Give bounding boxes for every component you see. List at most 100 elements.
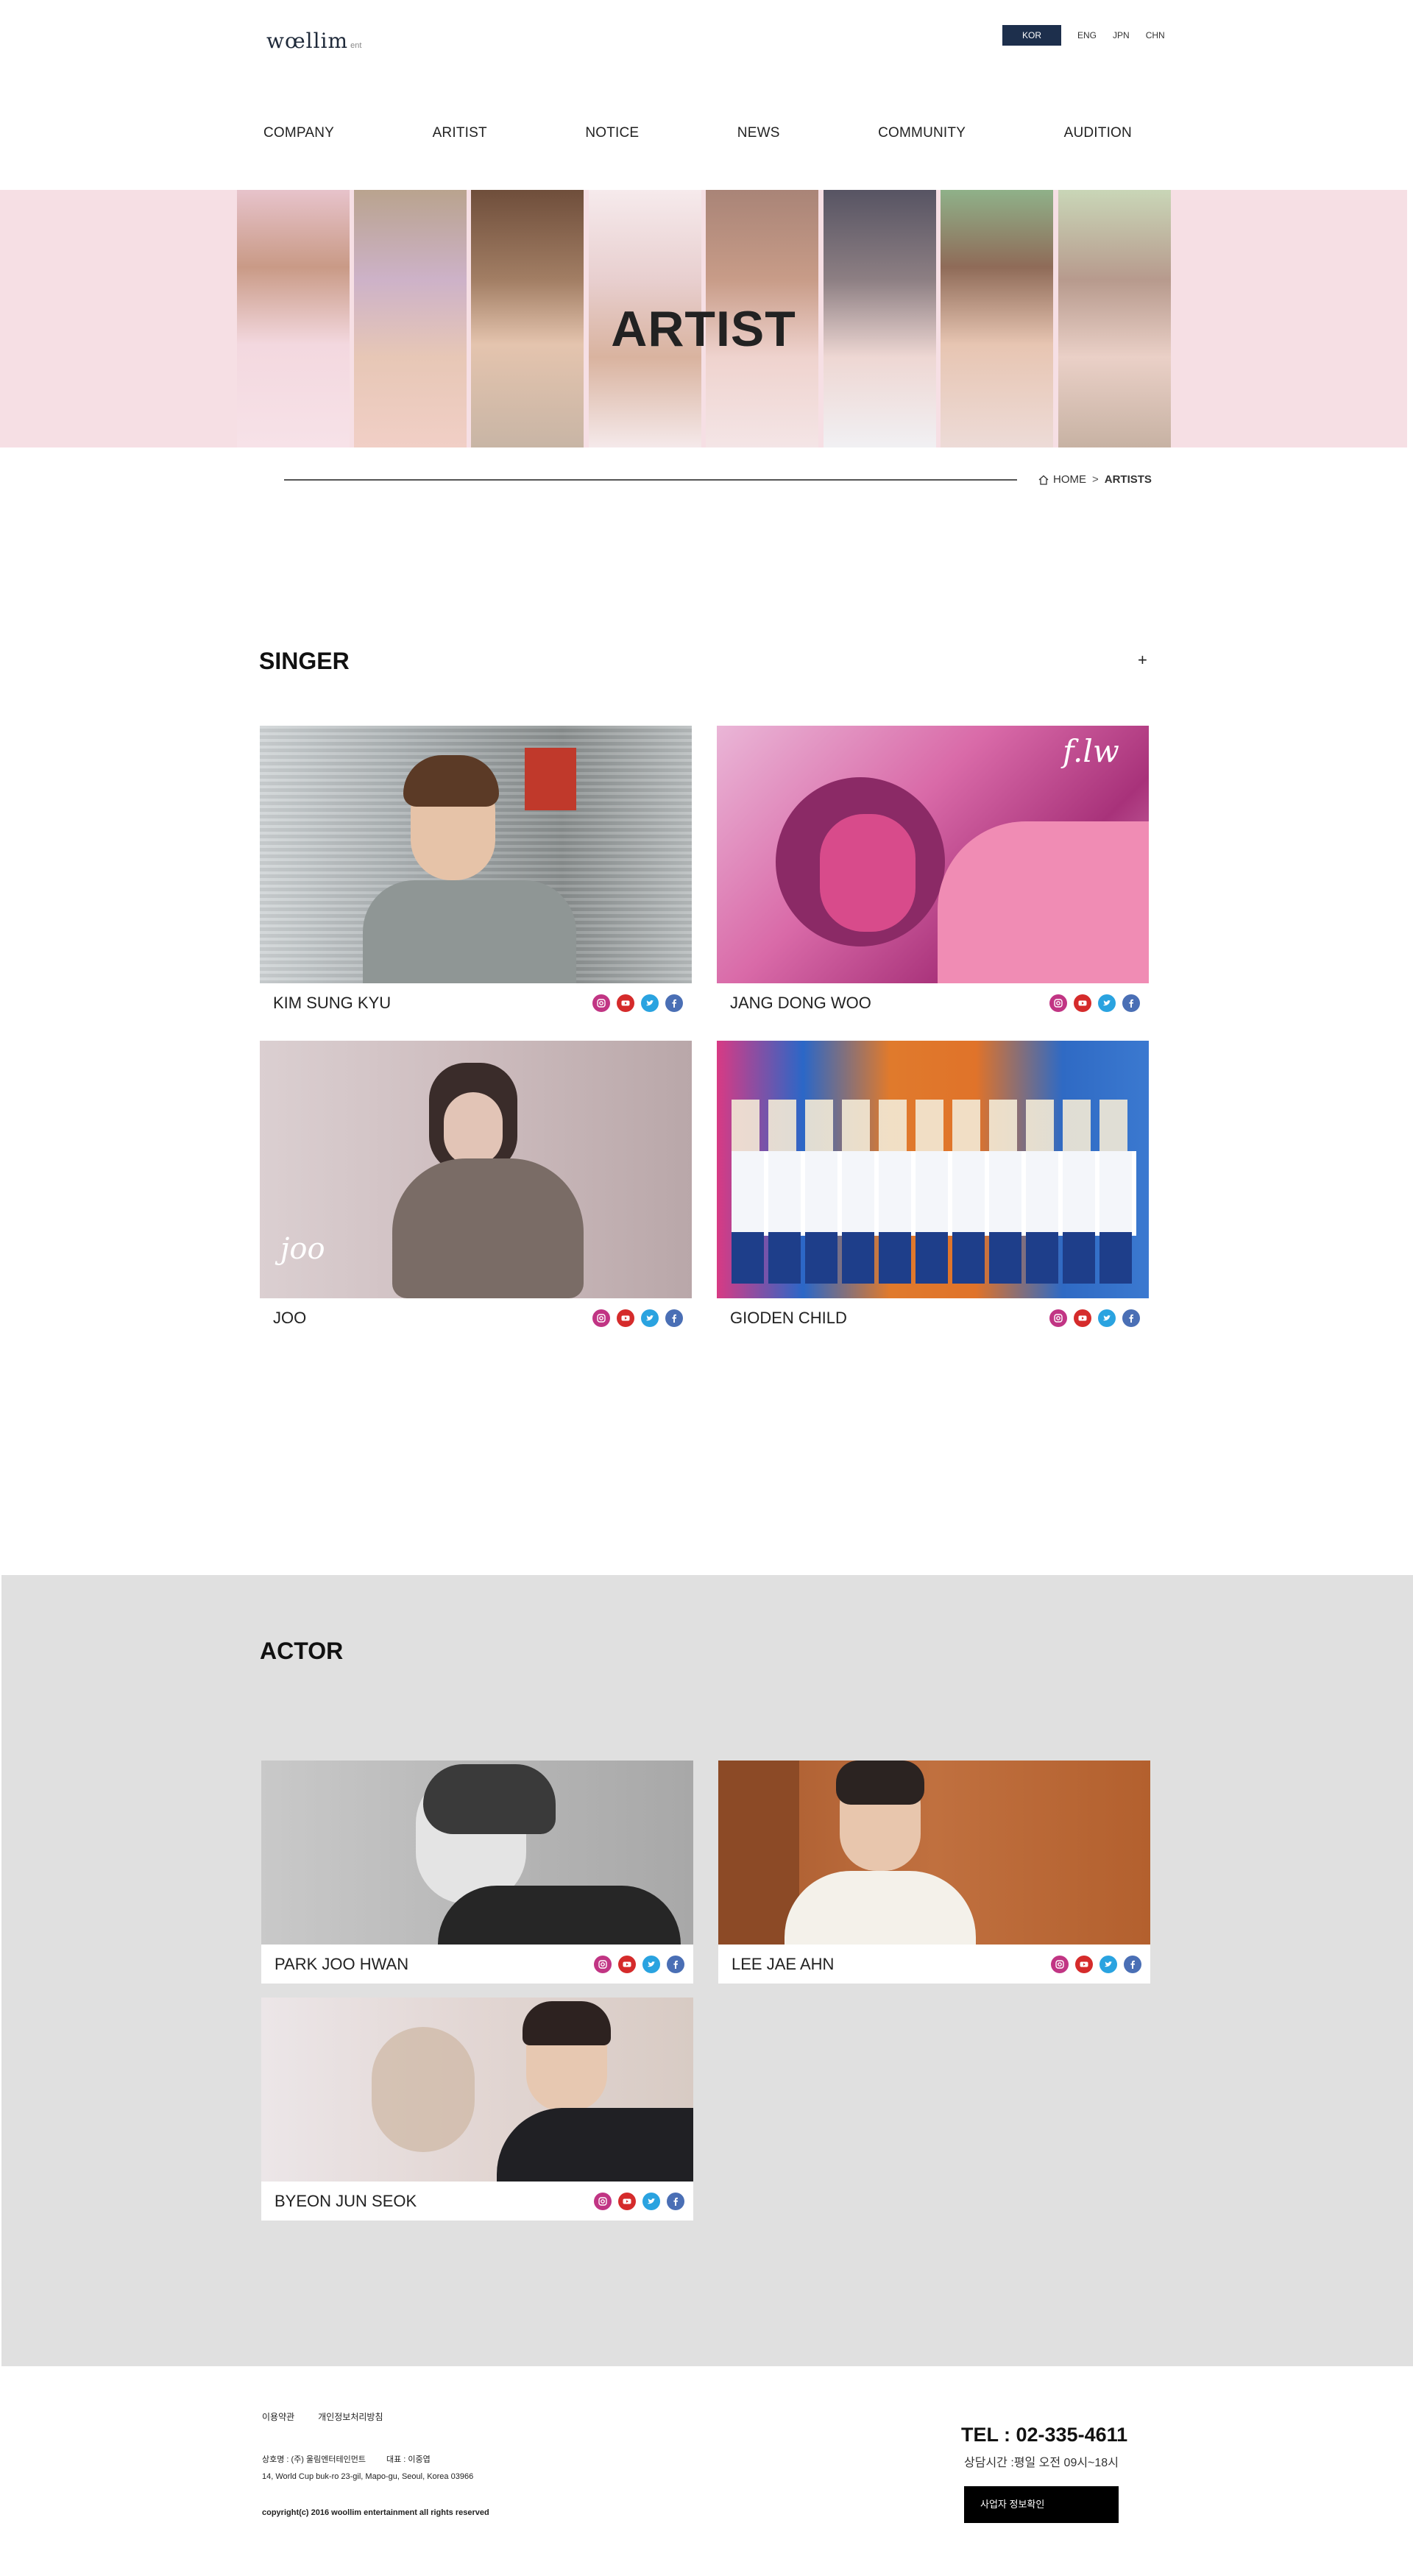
artist-photo	[260, 726, 692, 983]
artist-card-bar: PARK JOO HWAN	[261, 1945, 693, 1984]
twitter-icon[interactable]	[1098, 1309, 1116, 1327]
social-links	[594, 1955, 684, 1973]
company-info: 상호명 : (주) 울림엔터테인먼트 대표 : 이중엽	[262, 2453, 431, 2465]
facebook-icon[interactable]	[1124, 1955, 1141, 1973]
artist-card-joo[interactable]: joo JOO	[260, 1041, 692, 1337]
twitter-icon[interactable]	[641, 1309, 659, 1327]
company-address: 14, World Cup buk-ro 23-gil, Mapo-gu, Se…	[262, 2472, 474, 2481]
artist-card-lee-jae-ahn[interactable]: LEE JAE AHN	[718, 1761, 1150, 1984]
artist-photo	[261, 1998, 693, 2182]
breadcrumb-home[interactable]: HOME	[1053, 473, 1086, 486]
artist-photo	[261, 1761, 693, 1945]
nav-community[interactable]: COMMUNITY	[878, 125, 966, 147]
instagram-icon[interactable]	[594, 1955, 612, 1973]
artist-name: KIM SUNG KYU	[273, 993, 392, 1012]
artist-name: JOO	[273, 1308, 307, 1327]
breadcrumb-current: ARTISTS	[1104, 473, 1152, 486]
facebook-icon[interactable]	[665, 994, 683, 1012]
artist-card-park-joo-hwan[interactable]: PARK JOO HWAN	[261, 1761, 693, 1984]
artist-card-bar: KIM SUNG KYU	[260, 983, 692, 1022]
privacy-link[interactable]: 개인정보처리방침	[318, 2410, 383, 2423]
twitter-icon[interactable]	[1099, 1955, 1117, 1973]
social-links	[1049, 994, 1140, 1012]
youtube-icon[interactable]	[1074, 994, 1091, 1012]
nav-news[interactable]: NEWS	[737, 125, 780, 147]
facebook-icon[interactable]	[667, 1955, 684, 1973]
instagram-icon[interactable]	[592, 994, 610, 1012]
artist-card-jang-dong-woo[interactable]: f.lw JANG DONG WOO	[717, 726, 1149, 1022]
site-logo[interactable]: wœllim ent	[266, 26, 361, 53]
youtube-icon[interactable]	[618, 2192, 636, 2210]
contact-tel: TEL : 02-335-4611	[961, 2424, 1128, 2446]
logo-suffix: ent	[350, 41, 362, 50]
singer-more-button[interactable]: +	[1138, 651, 1147, 670]
instagram-icon[interactable]	[1051, 1955, 1069, 1973]
nav-company[interactable]: COMPANY	[263, 125, 334, 147]
logo-wordmark: wœllim	[266, 29, 349, 53]
lang-chn-button[interactable]: CHN	[1146, 30, 1165, 40]
twitter-icon[interactable]	[1098, 994, 1116, 1012]
lang-jpn-button[interactable]: JPN	[1113, 30, 1130, 40]
terms-link[interactable]: 이용약관	[262, 2410, 294, 2423]
artist-name: LEE JAE AHN	[732, 1954, 835, 1973]
instagram-icon[interactable]	[594, 2192, 612, 2210]
home-icon[interactable]	[1038, 474, 1049, 486]
lang-kor-button[interactable]: KOR	[1002, 25, 1061, 46]
nav-artist[interactable]: ARITIST	[433, 125, 487, 147]
photo-watermark: f.lw	[1063, 733, 1119, 769]
main-nav: COMPANY ARITIST NOTICE NEWS COMMUNITY AU…	[263, 125, 1132, 147]
social-links	[592, 1309, 683, 1327]
twitter-icon[interactable]	[641, 994, 659, 1012]
social-links	[1051, 1955, 1141, 1973]
artist-card-byeon-jun-seok[interactable]: BYEON JUN SEOK	[261, 1998, 693, 2221]
artist-name: JANG DONG WOO	[730, 993, 871, 1012]
breadcrumb-divider	[284, 479, 1017, 481]
social-links	[1049, 1309, 1140, 1327]
artist-card-bar: LEE JAE AHN	[718, 1945, 1150, 1984]
facebook-icon[interactable]	[667, 2192, 684, 2210]
consult-hours: 상담시간 :평일 오전 09시~18시	[964, 2457, 1119, 2469]
artist-photo: f.lw	[717, 726, 1149, 983]
twitter-icon[interactable]	[642, 2192, 660, 2210]
social-links	[594, 2192, 684, 2210]
youtube-icon[interactable]	[1075, 1955, 1093, 1973]
artist-card-bar: JANG DONG WOO	[717, 983, 1149, 1022]
photo-watermark: joo	[280, 1232, 325, 1266]
singer-section-title: SINGER	[259, 648, 350, 674]
lang-eng-button[interactable]: ENG	[1077, 30, 1097, 40]
artist-card-bar: GIODEN CHILD	[717, 1298, 1149, 1337]
social-links	[592, 994, 683, 1012]
instagram-icon[interactable]	[592, 1309, 610, 1327]
footer-links: 이용약관 개인정보처리방침	[262, 2410, 383, 2423]
artist-card-golden-child[interactable]: GIODEN CHILD	[717, 1041, 1149, 1337]
company-name: 상호명 : (주) 울림엔터테인먼트	[262, 2455, 366, 2464]
facebook-icon[interactable]	[1122, 1309, 1140, 1327]
breadcrumb: HOME > ARTISTS	[1038, 473, 1152, 486]
youtube-icon[interactable]	[617, 1309, 634, 1327]
site-header: wœllim ent KOR ENG JPN CHN COMPANY ARITI…	[0, 0, 1413, 190]
breadcrumb-separator: >	[1092, 473, 1099, 486]
youtube-icon[interactable]	[617, 994, 634, 1012]
business-info-button[interactable]: 사업자 정보확인	[964, 2486, 1119, 2523]
language-selector: KOR ENG JPN CHN	[1002, 25, 1165, 46]
instagram-icon[interactable]	[1049, 994, 1067, 1012]
actor-section	[1, 1575, 1413, 2366]
artist-photo	[718, 1761, 1150, 1945]
twitter-icon[interactable]	[642, 1955, 660, 1973]
instagram-icon[interactable]	[1049, 1309, 1067, 1327]
youtube-icon[interactable]	[618, 1955, 636, 1973]
artist-card-kim-sung-kyu[interactable]: KIM SUNG KYU	[260, 726, 692, 1022]
artist-card-bar: JOO	[260, 1298, 692, 1337]
facebook-icon[interactable]	[665, 1309, 683, 1327]
artist-photo: joo	[260, 1041, 692, 1298]
artist-card-bar: BYEON JUN SEOK	[261, 2182, 693, 2221]
facebook-icon[interactable]	[1122, 994, 1140, 1012]
youtube-icon[interactable]	[1074, 1309, 1091, 1327]
actor-section-title: ACTOR	[260, 1638, 344, 1664]
artist-name: GIODEN CHILD	[730, 1308, 847, 1327]
nav-notice[interactable]: NOTICE	[585, 125, 639, 147]
company-ceo: 대표 : 이중엽	[386, 2455, 431, 2464]
page-title: ARTIST	[611, 301, 796, 357]
artist-banner: ARTIST	[0, 190, 1407, 447]
nav-audition[interactable]: AUDITION	[1064, 125, 1132, 147]
